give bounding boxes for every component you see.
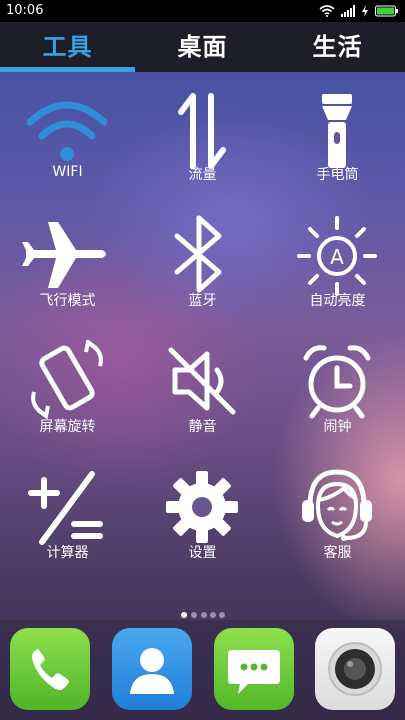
tab-bar: 工具 桌面 生活: [0, 22, 405, 72]
wifi-icon: [26, 101, 108, 161]
tile-label: 手电筒: [316, 167, 359, 183]
dock-phone-app[interactable]: [10, 628, 90, 710]
phone-icon: [32, 649, 69, 690]
dock: [0, 620, 405, 720]
tile-label: WIFI: [52, 164, 83, 180]
status-time: 10:06: [6, 3, 44, 18]
tile-settings[interactable]: 设置: [135, 450, 270, 576]
tools-grid: WIFI 流量 手电筒 飞行模式 蓝牙 A 自动亮度 屏幕旋转 静音 闹钟 计算…: [0, 72, 405, 602]
status-bar: 10:06: [0, 0, 405, 22]
tile-mute[interactable]: 静音: [135, 324, 270, 450]
page-dot[interactable]: [201, 612, 207, 618]
dock-contacts-app[interactable]: [112, 628, 192, 710]
data-arrows-icon: [178, 93, 226, 169]
alarm-clock-icon: [303, 345, 371, 419]
tile-data-traffic[interactable]: 流量: [135, 72, 270, 198]
page-dot[interactable]: [191, 612, 197, 618]
tile-label: 流量: [188, 167, 217, 183]
tile-flashlight[interactable]: 手电筒: [270, 72, 405, 198]
screen-rotation-icon: [31, 340, 103, 420]
messages-icon: [228, 650, 280, 694]
dock-camera-app[interactable]: [315, 628, 395, 710]
tile-label: 计算器: [46, 545, 89, 561]
charging-icon: [362, 5, 368, 17]
wifi-signal-icon: [319, 5, 335, 17]
camera-icon: [328, 642, 382, 696]
dock-messages-app[interactable]: [214, 628, 294, 710]
auto-brightness-icon: A: [297, 216, 377, 296]
tile-alarm[interactable]: 闹钟: [270, 324, 405, 450]
tab-life[interactable]: 生活: [270, 22, 405, 72]
page-dot[interactable]: [219, 612, 225, 618]
contacts-icon: [130, 648, 174, 694]
page-dot[interactable]: [210, 612, 216, 618]
page-indicator: [0, 612, 405, 620]
tile-label: 屏幕旋转: [39, 419, 96, 435]
tile-label: 设置: [188, 545, 217, 561]
tile-label: 飞行模式: [39, 293, 96, 309]
customer-service-icon: [302, 469, 372, 541]
tile-label: 自动亮度: [309, 293, 366, 309]
tile-bluetooth[interactable]: 蓝牙: [135, 198, 270, 324]
tile-label: 蓝牙: [188, 293, 217, 309]
tile-customer-service[interactable]: 客服: [270, 450, 405, 576]
tile-label: 闹钟: [323, 419, 352, 435]
tab-tools[interactable]: 工具: [0, 22, 135, 72]
tab-desktop[interactable]: 桌面: [135, 22, 270, 72]
flashlight-icon: [322, 94, 352, 168]
cell-signal-icon: [341, 5, 355, 17]
tile-label: 静音: [188, 419, 217, 435]
tile-calculator[interactable]: 计算器: [0, 450, 135, 576]
battery-icon: [375, 5, 398, 17]
tile-label: 客服: [323, 545, 352, 561]
tile-screen-rotation[interactable]: 屏幕旋转: [0, 324, 135, 450]
tile-auto-brightness[interactable]: A 自动亮度: [270, 198, 405, 324]
airplane-icon: [22, 222, 106, 288]
svg-text:A: A: [330, 245, 344, 269]
page-dot[interactable]: [181, 612, 187, 618]
bluetooth-icon: [174, 215, 222, 293]
tile-wifi[interactable]: WIFI: [0, 72, 135, 198]
status-icons: [319, 3, 399, 19]
tile-airplane-mode[interactable]: 飞行模式: [0, 198, 135, 324]
calculator-icon: [28, 471, 103, 545]
settings-gear-icon: [166, 471, 238, 543]
mute-icon: [168, 347, 236, 415]
